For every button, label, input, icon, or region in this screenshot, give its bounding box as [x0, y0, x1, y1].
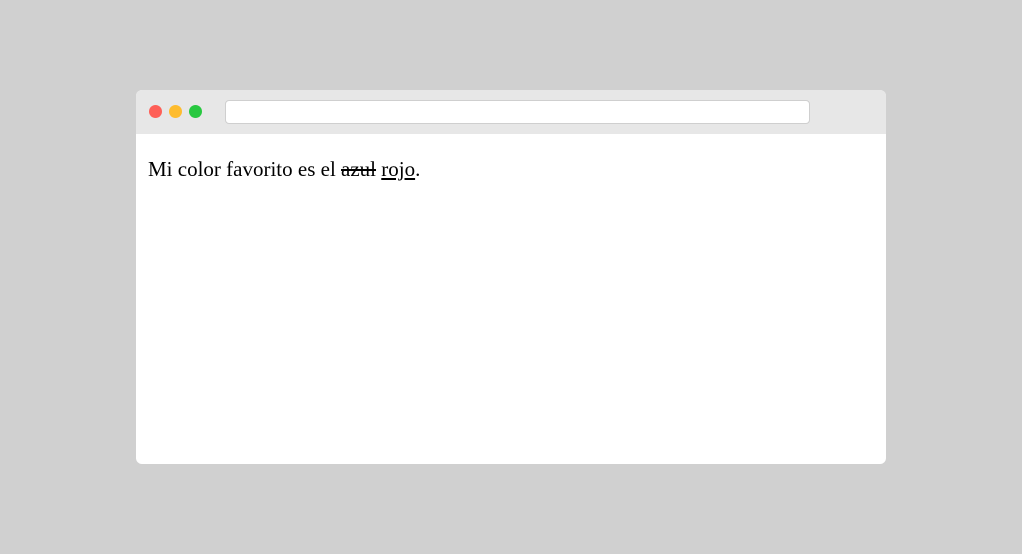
browser-window: Mi color favorito es el azul rojo.: [136, 90, 886, 464]
close-window-button[interactable]: [149, 105, 162, 118]
text-before: Mi color favorito es el: [148, 157, 342, 181]
address-bar[interactable]: [225, 100, 810, 124]
minimize-window-button[interactable]: [169, 105, 182, 118]
title-bar: [136, 90, 886, 134]
inserted-word: rojo: [381, 157, 416, 181]
deleted-word: azul: [341, 157, 377, 181]
text-after: .: [415, 157, 421, 181]
page-content: Mi color favorito es el azul rojo.: [136, 134, 886, 205]
paragraph: Mi color favorito es el azul rojo.: [148, 157, 874, 182]
maximize-window-button[interactable]: [189, 105, 202, 118]
